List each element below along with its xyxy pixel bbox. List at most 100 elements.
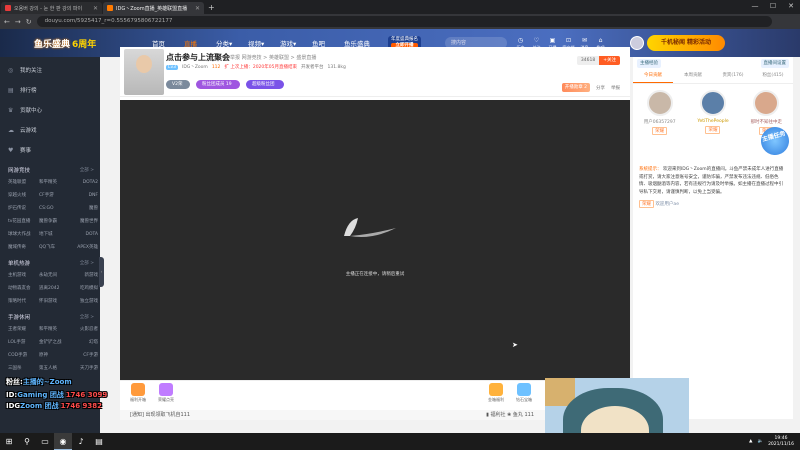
sidebar-category-link[interactable]: 魔域传奇	[8, 241, 39, 254]
sidebar-category-link[interactable]: DOTA	[70, 228, 99, 241]
sidebar-section-title[interactable]: 网游竞技	[8, 166, 30, 176]
taskbar-app-icon[interactable]: ⊞	[0, 433, 18, 450]
sidebar-category-link[interactable]: 和平精英	[39, 323, 70, 336]
sidebar-item[interactable]: ♛ 贡献中心	[8, 101, 100, 121]
sidebar-category-link[interactable]: 怀旧游戏	[39, 295, 70, 308]
video-player[interactable]: 主播正在连接中，请稍后重试 ➤	[120, 100, 630, 380]
sidebar-category-link[interactable]: 魔兽	[70, 202, 98, 215]
back-icon[interactable]: ←	[4, 18, 10, 26]
rank-avatar[interactable]	[753, 90, 780, 116]
super-fan-pill[interactable]: 超级粉丝团	[246, 80, 284, 89]
url-field[interactable]: douyu.com/5925417_r=0.5556795806722177	[36, 16, 772, 27]
sidebar-category-link[interactable]: 独立游戏	[70, 295, 98, 308]
sidebar-category-link[interactable]: 幻塔	[70, 336, 98, 349]
sidebar-section-title[interactable]: 手游休闲	[8, 313, 30, 323]
maximize-button[interactable]: ☐	[764, 0, 782, 13]
sidebar-collapse-button[interactable]: ‹	[99, 257, 104, 287]
taskbar-app-icon[interactable]: ◉	[54, 433, 72, 450]
rank-avatar[interactable]	[646, 90, 673, 116]
sidebar-item[interactable]: ▤ 排行榜	[8, 81, 100, 101]
sidebar-category-link[interactable]: 原神	[39, 349, 70, 362]
taskbar-app-icon[interactable]: ⚲	[18, 433, 36, 450]
sidebar-category-link[interactable]: 第五人格	[39, 362, 70, 375]
rank-tab[interactable]: 粉丝(415)	[753, 70, 793, 83]
sidebar-category-link[interactable]: CF手游	[39, 189, 70, 202]
honor-pill[interactable]: V2荣誉	[166, 80, 190, 96]
clock[interactable]: 19:46 2021/11/16	[768, 436, 794, 447]
sidebar-category-link[interactable]: 王者荣耀	[8, 323, 39, 336]
sidebar-category-link[interactable]: 逃离2042	[39, 282, 70, 295]
rank-tab[interactable]: 贵宾(176)	[713, 70, 753, 83]
rank-entry[interactable]: YetiThePeople 荣耀	[693, 90, 733, 160]
room-breadcrumb[interactable]: 举报 网游竞技 > 英雄联盟 > 盛景直播	[230, 54, 316, 61]
sidebar-category-link[interactable]: 新游戏	[70, 269, 99, 282]
sidebar-category-link[interactable]: 火影忍者	[70, 323, 98, 336]
new-tab-button[interactable]: +	[208, 2, 215, 14]
sidebar-category-link[interactable]: 金铲铲之战	[39, 336, 70, 349]
taskbar-app-icon[interactable]: ♪	[72, 433, 90, 450]
report-button[interactable]: 举报	[611, 85, 620, 91]
forward-icon[interactable]: →	[15, 18, 21, 26]
streamer-exp-button[interactable]: 主播经验	[637, 59, 661, 68]
fan-club-pill[interactable]: 粉丝团成员 19	[196, 80, 240, 89]
sidebar-category-link[interactable]: COD手游	[8, 349, 39, 362]
sidebar-category-link[interactable]: QQ飞车	[39, 241, 70, 254]
rank-avatar[interactable]	[699, 90, 726, 116]
stream-medal-tag[interactable]: 开播勋章 2	[561, 83, 590, 92]
site-logo[interactable]: 鱼乐盛典 6周年	[0, 29, 98, 57]
tab-close-icon[interactable]: ✕	[195, 5, 200, 12]
sidebar-section-title[interactable]: 单机热游	[8, 259, 30, 269]
bottom-right-info[interactable]: ▮ 福利社 ❀ 鱼丸 111	[486, 410, 534, 420]
gift-item[interactable]: 钻石宝箱	[512, 383, 536, 403]
sidebar-category-link[interactable]: LOL手游	[8, 336, 39, 349]
sidebar-category-link[interactable]: CF手游	[70, 349, 98, 362]
sidebar-category-link[interactable]: 地下城	[39, 228, 70, 241]
sidebar-category-link[interactable]: 三国杀	[8, 362, 39, 375]
sidebar-category-link[interactable]: 球球大作战	[8, 228, 39, 241]
streamer-avatar[interactable]	[124, 49, 164, 95]
sidebar-section-all[interactable]: 全部 >	[80, 259, 94, 269]
rank-entry[interactable]: 用户06357297 荣耀	[640, 90, 680, 160]
sidebar-category-link[interactable]: CS:GO	[39, 202, 70, 215]
sidebar-category-link[interactable]: 穿越火线	[8, 189, 39, 202]
taskbar-app-icon[interactable]: ▭	[36, 433, 54, 450]
event-banner[interactable]: 千机秘闻 精彩活动	[647, 35, 725, 51]
sidebar-item[interactable]: ◎ 我的关注	[8, 61, 100, 81]
sidebar-category-link[interactable]: DNF	[70, 189, 98, 202]
close-window-button[interactable]: ✕	[782, 0, 800, 13]
rank-tab[interactable]: 今日贡献	[633, 70, 673, 83]
taskbar-app-icon[interactable]: ▤	[90, 433, 108, 450]
share-button[interactable]: 分享	[596, 85, 605, 91]
browser-tab[interactable]: 오용버 강의 - 눈 한 판 강의 파이 ✕	[1, 2, 102, 14]
volume-icon[interactable]: 🔈	[757, 439, 763, 444]
gift-item[interactable]: 荣耀点亮	[154, 383, 178, 403]
reload-icon[interactable]: ↻	[26, 18, 32, 26]
sidebar-category-link[interactable]: 主机游戏	[8, 269, 39, 282]
sidebar-category-link[interactable]: 永劫无间	[39, 269, 70, 282]
browser-tab[interactable]: IDG丶Zoom直播_英雄联盟直播 ✕	[103, 2, 204, 14]
sidebar-category-link[interactable]: APEX英雄	[70, 241, 98, 254]
sidebar-category-link[interactable]: 和平精英	[39, 176, 70, 189]
sidebar-category-link[interactable]: 动物森友会	[8, 282, 39, 295]
follow-button[interactable]: +关注	[599, 56, 620, 65]
sidebar-category-link[interactable]: tv花园直播	[8, 215, 39, 228]
sidebar-section-all[interactable]: 全部 >	[80, 313, 94, 323]
tab-close-icon[interactable]: ✕	[93, 5, 98, 12]
sidebar-category-link[interactable]: 魔兽世界	[70, 215, 98, 228]
sidebar-category-link[interactable]: 英雄联盟	[8, 176, 39, 189]
room-settings-button[interactable]: 直播间设置	[760, 59, 789, 68]
sidebar-category-link[interactable]: 天刀手游	[70, 362, 98, 375]
network-icon[interactable]: ▲	[749, 439, 752, 444]
sidebar-category-link[interactable]: 策略时代	[8, 295, 39, 308]
streamer-name[interactable]: IDG丶Zoom	[182, 64, 208, 70]
sidebar-section-all[interactable]: 全部 >	[80, 166, 94, 176]
sidebar-item[interactable]: ♥ 赛事	[8, 141, 100, 161]
sidebar-category-link[interactable]: 魔兽争霸	[39, 215, 70, 228]
user-avatar[interactable]	[630, 36, 644, 50]
minimize-button[interactable]: —	[746, 0, 764, 13]
rank-tab[interactable]: 本周贡献	[673, 70, 713, 83]
gift-item[interactable]: 福利开箱	[126, 383, 150, 403]
sidebar-category-link[interactable]: 炉石传说	[8, 202, 39, 215]
gift-item[interactable]: 金箱福利	[484, 383, 508, 403]
sidebar-category-link[interactable]: DOTA2	[70, 176, 98, 189]
